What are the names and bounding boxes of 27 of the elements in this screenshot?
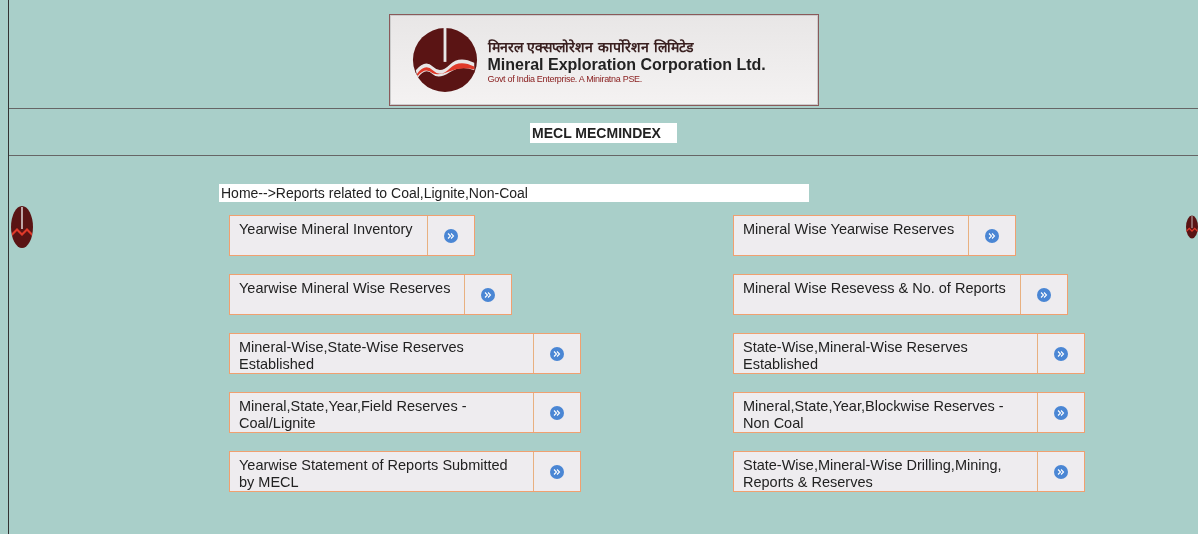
report-link[interactable]: Yearwise Mineral Inventory — [229, 215, 475, 256]
report-link[interactable]: State-Wise,Mineral-Wise Drilling,Mining, Reports & Reserves — [733, 451, 1085, 492]
double-chevron-icon — [550, 405, 564, 420]
report-link[interactable]: Mineral,State,Year,Field Reserves -Coal/Lignite — [229, 392, 581, 433]
double-chevron-icon — [1036, 287, 1051, 302]
company-logo — [411, 27, 478, 93]
company-tagline: Govt of India Enterprise. A Miniratna PSE. — [487, 73, 643, 84]
side-logo — [11, 206, 33, 248]
page-title: MECL MECMINDEX — [530, 123, 677, 143]
double-chevron-icon — [550, 346, 564, 361]
double-chevron-icon — [481, 287, 496, 302]
double-chevron-icon — [443, 228, 458, 243]
breadcrumb: Home-->Reports related to Coal,Lignite,Non-Coal — [219, 184, 809, 202]
double-chevron-icon — [1054, 346, 1068, 361]
report-link[interactable]: Mineral-Wise,State-Wise Reserves Established — [229, 333, 581, 374]
report-link[interactable]: Mineral Wise Resevess & No. of Reports — [733, 274, 1068, 315]
double-chevron-icon — [1054, 405, 1068, 420]
report-link[interactable]: Mineral,State,Year,Blockwise Reserves -Non Coal — [733, 392, 1085, 433]
double-chevron-icon — [550, 464, 564, 479]
double-chevron-icon — [985, 228, 1000, 243]
company-name-hindi: मिनरल एक्सप्लोरेशन कार्पोरेशन लिमिटेड — [487, 37, 695, 56]
report-link[interactable]: State-Wise,Mineral-Wise Reserves Established — [733, 333, 1085, 374]
report-link[interactable]: Mineral Wise Yearwise Reserves — [733, 215, 1017, 256]
double-chevron-icon — [1054, 464, 1068, 479]
report-link[interactable]: Yearwise Statement of Reports Submitted by MECL — [229, 451, 581, 492]
company-name: Mineral Exploration Corporation Ltd. — [487, 55, 766, 74]
report-link[interactable]: Yearwise Mineral Wise Reserves — [229, 274, 513, 315]
